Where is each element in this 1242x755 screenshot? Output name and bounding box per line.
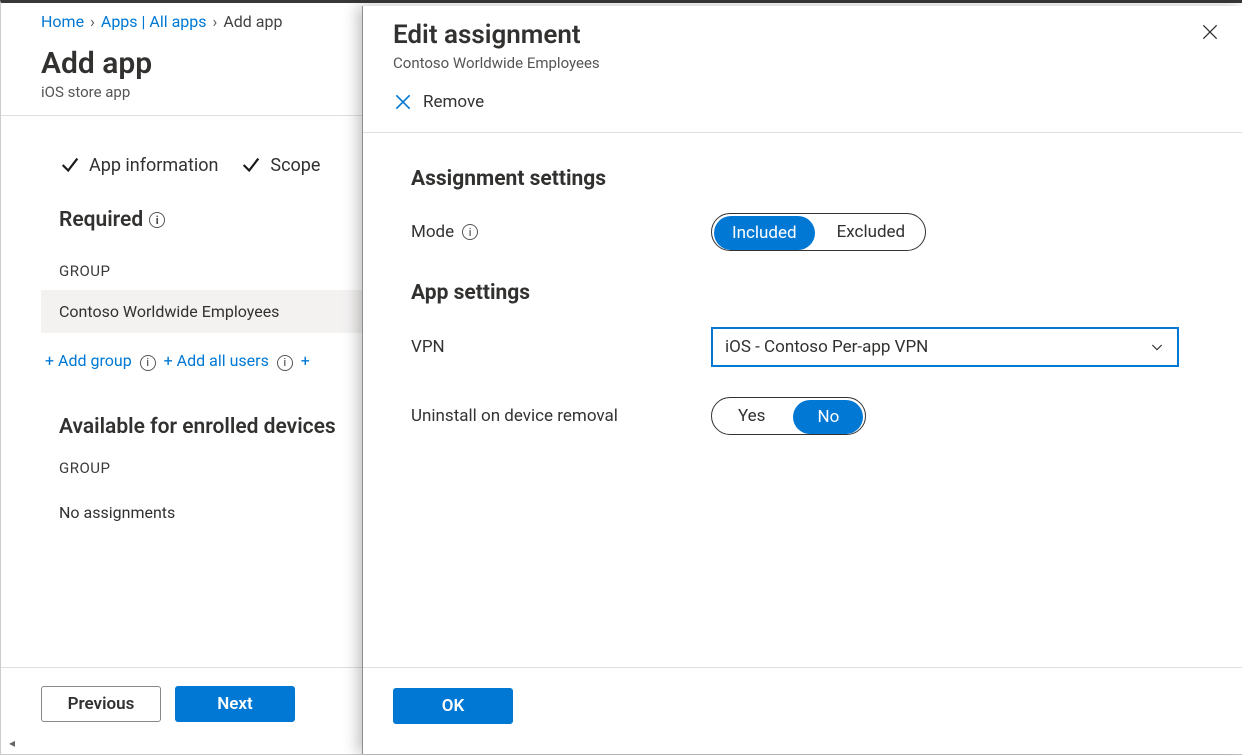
breadcrumb-current: Add app <box>223 12 282 31</box>
ok-button[interactable]: OK <box>393 688 513 724</box>
plus-icon: + <box>164 351 177 370</box>
plus-icon: + <box>45 351 58 370</box>
assignment-settings-heading: Assignment settings <box>411 167 1194 191</box>
panel-title: Edit assignment <box>393 20 1212 50</box>
info-icon[interactable]: i <box>462 224 478 240</box>
mode-label: Mode <box>411 222 454 242</box>
uninstall-label: Uninstall on device removal <box>411 406 618 426</box>
next-button[interactable]: Next <box>175 686 295 722</box>
viewport-frame: Home › Apps | All apps › Add app Add app… <box>0 0 1242 755</box>
add-group-link[interactable]: Add group <box>58 351 132 370</box>
close-icon <box>1200 22 1220 42</box>
mode-excluded-option[interactable]: Excluded <box>817 214 926 250</box>
required-heading: Required <box>59 208 143 232</box>
remove-button[interactable]: Remove <box>393 92 484 112</box>
step-app-information[interactable]: App information <box>59 154 218 176</box>
vpn-dropdown[interactable]: iOS - Contoso Per-app VPN <box>711 327 1179 367</box>
check-icon <box>59 154 81 176</box>
edit-assignment-panel: Edit assignment Contoso Worldwide Employ… <box>362 6 1242 754</box>
close-icon <box>393 92 413 112</box>
breadcrumb-home[interactable]: Home <box>41 12 84 31</box>
scroll-left-icon[interactable]: ◂ <box>5 736 19 750</box>
add-all-users-link[interactable]: Add all users <box>177 351 269 370</box>
group-row-contoso[interactable]: Contoso Worldwide Employees <box>41 290 363 333</box>
close-button[interactable] <box>1200 22 1220 46</box>
chevron-right-icon: › <box>213 12 218 31</box>
mode-toggle: Included Excluded <box>711 213 926 251</box>
uninstall-no-option[interactable]: No <box>793 400 863 434</box>
info-icon[interactable]: i <box>149 212 165 228</box>
vpn-dropdown-value: iOS - Contoso Per-app VPN <box>725 337 928 357</box>
app-settings-heading: App settings <box>411 281 1194 305</box>
available-heading: Available for enrolled devices <box>59 415 363 439</box>
chevron-right-icon: › <box>90 12 95 31</box>
step-label: App information <box>89 155 218 176</box>
overflow-link[interactable]: + <box>301 351 310 370</box>
wizard-footer: Previous Next <box>1 667 363 754</box>
breadcrumb-apps[interactable]: Apps | All apps <box>101 12 207 31</box>
check-icon <box>240 154 262 176</box>
chevron-down-icon <box>1149 339 1165 355</box>
step-label: Scope <box>270 155 320 176</box>
previous-button[interactable]: Previous <box>41 686 161 722</box>
uninstall-toggle: Yes No <box>711 397 866 435</box>
uninstall-yes-option[interactable]: Yes <box>712 398 791 434</box>
info-icon[interactable]: i <box>277 355 293 371</box>
step-scope[interactable]: Scope <box>240 154 320 176</box>
remove-label: Remove <box>423 92 484 112</box>
group-column-header-2: GROUP <box>41 439 363 487</box>
no-assignments-text: No assignments <box>41 491 363 534</box>
vpn-label: VPN <box>411 337 445 357</box>
group-column-header: GROUP <box>41 242 363 290</box>
panel-subtitle: Contoso Worldwide Employees <box>393 54 1212 72</box>
info-icon[interactable]: i <box>140 355 156 371</box>
mode-included-option[interactable]: Included <box>714 216 815 250</box>
